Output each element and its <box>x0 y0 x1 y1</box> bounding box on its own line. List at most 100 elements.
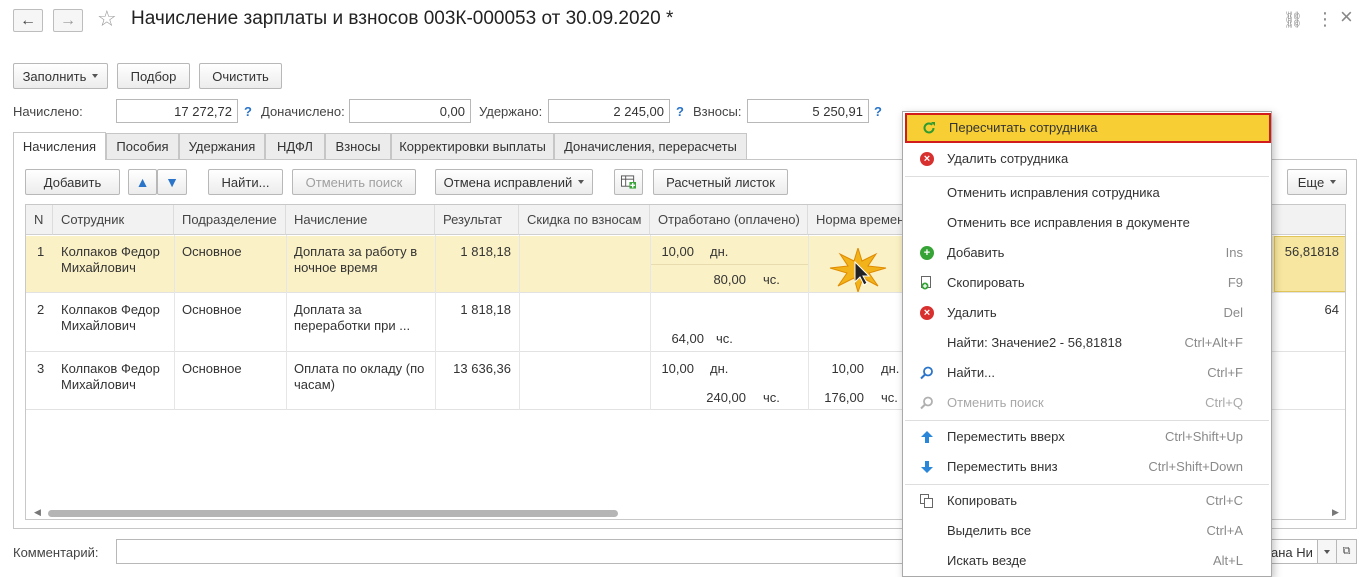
more-actions-button[interactable]: Еще <box>1287 169 1347 195</box>
menu-item-select-all[interactable]: Выделить все Ctrl+A <box>903 516 1271 546</box>
cancel-search-button[interactable]: Отменить поиск <box>292 169 416 195</box>
menu-item-cancel-all-corrections[interactable]: Отменить все исправления в документе <box>903 208 1271 238</box>
move-up-button[interactable]: ▲ <box>128 169 157 195</box>
worked-days: 10,00 <box>661 361 694 376</box>
accrual-type: Оплата по окладу (по <box>294 361 425 376</box>
menu-item-add[interactable]: + Добавить Ins <box>903 238 1271 268</box>
add-button[interactable]: Добавить <box>25 169 120 195</box>
scroll-left-icon[interactable]: ◀ <box>34 507 41 518</box>
move-down-button[interactable]: ▼ <box>157 169 187 195</box>
row-number: 3 <box>37 361 45 376</box>
context-menu: Пересчитать сотрудника × Удалить сотрудн… <box>902 111 1272 577</box>
copy-row-icon <box>921 276 931 290</box>
hours-unit: чс. <box>763 390 780 405</box>
more-icon[interactable]: ⋮ <box>1316 9 1334 30</box>
tab-payment-corrections[interactable]: Корректировки выплаты <box>391 133 554 159</box>
column-header-department[interactable]: Подразделение <box>174 205 286 235</box>
contributions-label: Взносы: <box>693 104 742 119</box>
comment-label: Комментарий: <box>13 545 99 560</box>
search-icon <box>920 366 933 380</box>
divider <box>650 264 808 265</box>
menu-item-shortcut: Ctrl+Shift+Up <box>1164 429 1243 444</box>
menu-item-copy-row[interactable]: Скопировать F9 <box>903 268 1271 298</box>
menu-item-shortcut: Ctrl+Shift+Down <box>1148 459 1243 474</box>
menu-item-move-down[interactable]: Переместить вниз Ctrl+Shift+Down <box>903 452 1271 482</box>
menu-item-recalculate-employee[interactable]: Пересчитать сотрудника <box>905 113 1271 143</box>
tab-contributions[interactable]: Взносы <box>325 133 391 159</box>
star-icon[interactable]: ☆ <box>97 6 117 32</box>
hours-unit: чс. <box>763 272 780 287</box>
column-header-accrual[interactable]: Начисление <box>286 205 435 235</box>
refresh-icon <box>923 122 935 134</box>
close-icon[interactable]: × <box>1340 4 1353 30</box>
tab-deductions[interactable]: Удержания <box>179 133 265 159</box>
back-button[interactable]: ← <box>13 9 43 32</box>
employee-name: Колпаков Федор <box>61 302 160 317</box>
hours-unit: чс. <box>716 331 733 346</box>
click-burst-icon <box>829 248 887 292</box>
menu-item-label: Переместить вниз <box>947 459 1058 474</box>
column-header-n[interactable]: N <box>26 205 53 235</box>
page-title: Начисление зарплаты и взносов 003К-00005… <box>131 8 674 29</box>
accrued-field[interactable]: 17 272,72 <box>116 99 238 123</box>
clear-button[interactable]: Очистить <box>199 63 282 89</box>
tab-benefits[interactable]: Пособия <box>106 133 179 159</box>
responsible-dropdown-button[interactable] <box>1317 539 1337 564</box>
link-icon[interactable]: ⛓ <box>1283 10 1303 30</box>
menu-item-find-value[interactable]: Найти: Значение2 - 56,81818 Ctrl+Alt+F <box>903 328 1271 358</box>
help-icon[interactable]: ? <box>676 104 684 119</box>
row-number: 2 <box>37 302 45 317</box>
pick-button[interactable]: Подбор <box>117 63 190 89</box>
menu-item-delete[interactable]: × Удалить Del <box>903 298 1271 328</box>
days-unit: дн. <box>710 244 729 259</box>
cancel-corrections-button[interactable]: Отмена исправлений <box>435 169 593 195</box>
menu-item-shortcut: Alt+L <box>1213 553 1243 568</box>
menu-item-search-everywhere[interactable]: Искать везде Alt+L <box>903 546 1271 576</box>
column-header-result[interactable]: Результат <box>435 205 519 235</box>
help-icon[interactable]: ? <box>874 104 882 119</box>
menu-item-label: Переместить вверх <box>947 429 1065 444</box>
arrow-down-icon <box>921 461 933 473</box>
worked-hours: 240,00 <box>706 390 746 405</box>
fill-button[interactable]: Заполнить <box>13 63 108 89</box>
comment-input[interactable] <box>116 539 906 564</box>
cancel-corrections-label: Отмена исправлений <box>443 174 573 190</box>
more-label: Еще <box>1297 174 1325 190</box>
menu-item-cancel-search[interactable]: Отменить поиск Ctrl+Q <box>903 388 1271 418</box>
menu-item-delete-employee[interactable]: × Удалить сотрудника <box>903 144 1271 174</box>
column-header-worked[interactable]: Отработано (оплачено) <box>650 205 808 235</box>
find-button[interactable]: Найти... <box>208 169 283 195</box>
menu-item-label: Пересчитать сотрудника <box>949 120 1098 135</box>
column-header-discount[interactable]: Скидка по взносам <box>519 205 650 235</box>
column-header-employee[interactable]: Сотрудник <box>53 205 174 235</box>
tab-accruals[interactable]: Начисления <box>13 132 106 160</box>
menu-item-copy[interactable]: Копировать Ctrl+C <box>903 486 1271 516</box>
norm-hours: 176,00 <box>824 390 864 405</box>
scroll-right-icon[interactable]: ▶ <box>1332 507 1339 518</box>
responsible-field[interactable]: ана Ни <box>1270 539 1318 564</box>
additional-field[interactable]: 0,00 <box>349 99 471 123</box>
menu-item-label: Выделить все <box>947 523 1032 538</box>
tab-ndfl[interactable]: НДФЛ <box>265 133 325 159</box>
menu-item-cancel-employee-corrections[interactable]: Отменить исправления сотрудника <box>903 178 1271 208</box>
tab-recalculations[interactable]: Доначисления, перерасчеты <box>554 133 747 159</box>
open-icon[interactable]: ⧉ <box>1337 539 1357 564</box>
menu-item-label: Отменить все исправления в документе <box>947 215 1190 230</box>
department: Основное <box>182 244 242 259</box>
employee-name: Колпаков Федор <box>61 361 160 376</box>
table-settings-button[interactable] <box>614 169 643 195</box>
menu-item-move-up[interactable]: Переместить вверх Ctrl+Shift+Up <box>903 422 1271 452</box>
contributions-field[interactable]: 5 250,91 <box>747 99 869 123</box>
payslip-button[interactable]: Расчетный листок <box>653 169 788 195</box>
menu-item-label: Найти: Значение2 - 56,81818 <box>947 335 1122 350</box>
arrow-left-icon: ← <box>20 11 36 29</box>
scrollbar-thumb[interactable] <box>48 510 618 517</box>
right-value: 64 <box>1324 302 1339 317</box>
forward-button[interactable]: → <box>53 9 83 32</box>
menu-item-label: Найти... <box>947 365 995 380</box>
chevron-down-icon <box>1324 549 1330 554</box>
help-icon[interactable]: ? <box>244 104 252 119</box>
withheld-field[interactable]: 2 245,00 <box>548 99 670 123</box>
menu-item-find[interactable]: Найти... Ctrl+F <box>903 358 1271 388</box>
menu-item-shortcut: Del <box>1223 305 1243 320</box>
